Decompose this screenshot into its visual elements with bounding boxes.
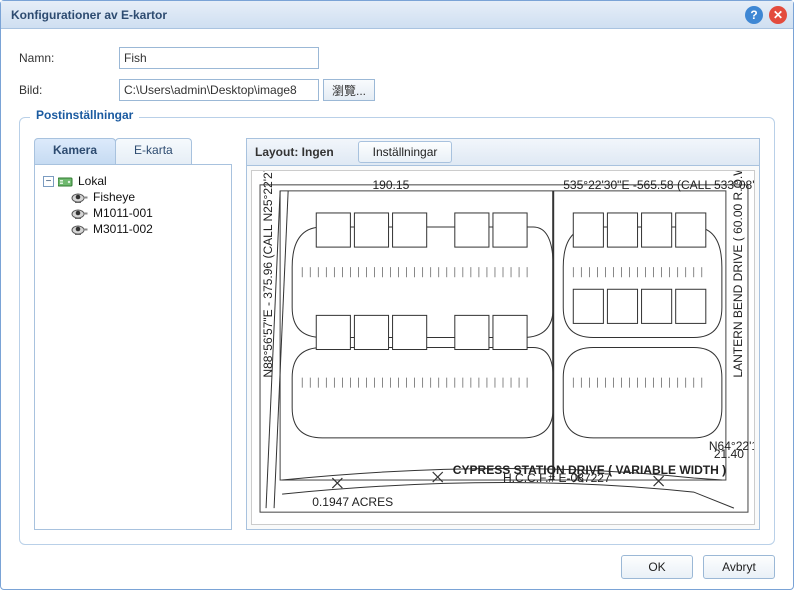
map-corner-dist: 21.40: [714, 447, 744, 461]
camera-icon: [71, 222, 89, 236]
ok-button[interactable]: OK: [621, 555, 693, 579]
name-row: Namn:: [19, 47, 775, 69]
dialog-window: Konfigurationer av E-kartor ? ✕ Namn: Bi…: [0, 0, 794, 590]
tree-item-label: M3011-002: [93, 222, 153, 236]
tree-item-label: M1011-001: [93, 206, 153, 220]
tree-root[interactable]: − Lokal: [43, 173, 223, 189]
browse-button[interactable]: 瀏覽...: [323, 79, 375, 101]
left-column: Kamera E-karta − Lokal: [34, 138, 232, 530]
name-label: Namn:: [19, 51, 119, 65]
dialog-footer: OK Avbryt: [621, 555, 775, 579]
collapse-icon[interactable]: −: [43, 176, 54, 187]
tree-item[interactable]: M1011-001: [71, 205, 223, 221]
titlebar: Konfigurationer av E-kartor ? ✕: [1, 1, 793, 29]
cancel-button[interactable]: Avbryt: [703, 555, 775, 579]
dialog-content: Namn: Bild: 瀏覽... Postinställningar Kame…: [1, 29, 793, 545]
close-icon[interactable]: ✕: [769, 6, 787, 24]
server-icon: [58, 174, 74, 188]
camera-tree: − Lokal Fisheye: [34, 164, 232, 530]
image-label: Bild:: [19, 83, 119, 97]
map-bottom-legal: 0.1947 ACRES: [312, 495, 393, 509]
tree-item[interactable]: M3011-002: [71, 221, 223, 237]
map-area[interactable]: 190.15 535°22'30"E -565.58 (CALL 533°08'…: [246, 166, 760, 530]
tabs: Kamera E-karta: [34, 138, 232, 164]
map-top-dim: 190.15: [372, 178, 409, 192]
fieldset-legend: Postinställningar: [30, 108, 139, 122]
image-path-input[interactable]: [119, 79, 319, 101]
post-settings-fieldset: Postinställningar Kamera E-karta − Lok: [19, 117, 775, 545]
tree-root-label: Lokal: [78, 174, 107, 188]
map-left-note: N88°56'57"E - 375.96 (CALL N25°22'27"E ): [261, 170, 275, 378]
layout-label: Layout: Ingen: [255, 145, 334, 159]
site-plan-image: 190.15 535°22'30"E -565.58 (CALL 533°08'…: [251, 170, 755, 525]
map-top-right: 535°22'30"E -565.58 (CALL 533°08'50"E): [563, 178, 755, 192]
tab-camera[interactable]: Kamera: [34, 138, 116, 164]
camera-icon: [71, 206, 89, 220]
image-row: Bild: 瀏覽...: [19, 79, 775, 101]
map-right-road: LANTERN BEND DRIVE ( 60.00 R.O.W.): [731, 170, 745, 378]
window-title: Konfigurationer av E-kartor: [11, 8, 167, 22]
name-input[interactable]: [119, 47, 319, 69]
map-bottom-ref: H.C.C.F.# E-087227: [503, 471, 611, 485]
camera-icon: [71, 190, 89, 204]
help-icon[interactable]: ?: [745, 6, 763, 24]
settings-button[interactable]: Inställningar: [358, 141, 453, 163]
tab-emap[interactable]: E-karta: [115, 138, 192, 164]
right-column: Layout: Ingen Inställningar: [246, 138, 760, 530]
map-header: Layout: Ingen Inställningar: [246, 138, 760, 166]
tree-item[interactable]: Fisheye: [71, 189, 223, 205]
tree-item-label: Fisheye: [93, 190, 135, 204]
